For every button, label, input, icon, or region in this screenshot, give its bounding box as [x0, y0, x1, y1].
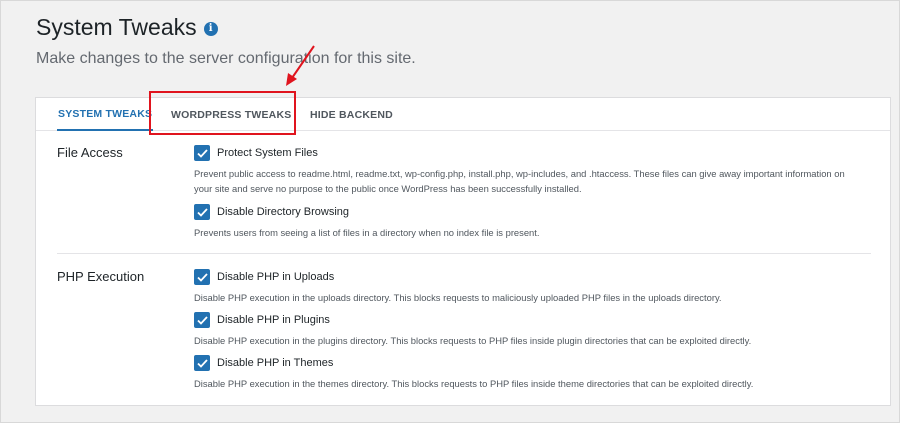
tab-bar: SYSTEM TWEAKS WORDPRESS TWEAKS HIDE BACK… — [36, 98, 890, 131]
disable-php-uploads-checkbox[interactable] — [194, 269, 210, 285]
option-label[interactable]: Disable Directory Browsing — [217, 206, 349, 218]
option-protect-system-files: Protect System Files Prevent public acce… — [194, 145, 854, 196]
option-disable-php-uploads: Disable PHP in Uploads Disable PHP execu… — [194, 269, 854, 305]
checkmark-icon — [196, 272, 208, 282]
info-icon[interactable]: i — [203, 21, 218, 36]
option-label[interactable]: Disable PHP in Themes — [217, 357, 333, 369]
option-label[interactable]: Disable PHP in Plugins — [217, 314, 330, 326]
tab-wordpress-tweaks[interactable]: WORDPRESS TWEAKS — [171, 98, 291, 131]
checkmark-icon — [196, 315, 208, 325]
option-description: Disable PHP execution in the themes dire… — [194, 378, 754, 389]
option-disable-php-themes: Disable PHP in Themes Disable PHP execut… — [194, 355, 854, 391]
protect-system-files-checkbox[interactable] — [194, 145, 210, 161]
section-divider — [57, 253, 871, 254]
option-description: Prevents users from seeing a list of fil… — [194, 227, 540, 238]
option-label[interactable]: Protect System Files — [217, 147, 318, 159]
option-disable-directory-browsing: Disable Directory Browsing Prevents user… — [194, 204, 854, 240]
section-label-file-access: File Access — [57, 145, 123, 160]
option-description: Prevent public access to readme.html, re… — [194, 168, 845, 194]
page-title: System Tweaks i — [36, 14, 218, 41]
option-label[interactable]: Disable PHP in Uploads — [217, 271, 334, 283]
checkmark-icon — [196, 358, 208, 368]
disable-directory-browsing-checkbox[interactable] — [194, 204, 210, 220]
option-description: Disable PHP execution in the plugins dir… — [194, 335, 752, 346]
section-label-php-execution: PHP Execution — [57, 269, 145, 284]
checkmark-icon — [196, 207, 208, 217]
option-description: Disable PHP execution in the uploads dir… — [194, 292, 722, 303]
tab-hide-backend[interactable]: HIDE BACKEND — [310, 98, 393, 131]
settings-panel: SYSTEM TWEAKS WORDPRESS TWEAKS HIDE BACK… — [35, 97, 891, 406]
checkmark-icon — [196, 148, 208, 158]
page-title-text: System Tweaks — [36, 14, 197, 40]
disable-php-themes-checkbox[interactable] — [194, 355, 210, 371]
option-disable-php-plugins: Disable PHP in Plugins Disable PHP execu… — [194, 312, 854, 348]
tab-system-tweaks[interactable]: SYSTEM TWEAKS — [57, 98, 154, 131]
page-subtitle: Make changes to the server configuration… — [36, 50, 416, 67]
disable-php-plugins-checkbox[interactable] — [194, 312, 210, 328]
